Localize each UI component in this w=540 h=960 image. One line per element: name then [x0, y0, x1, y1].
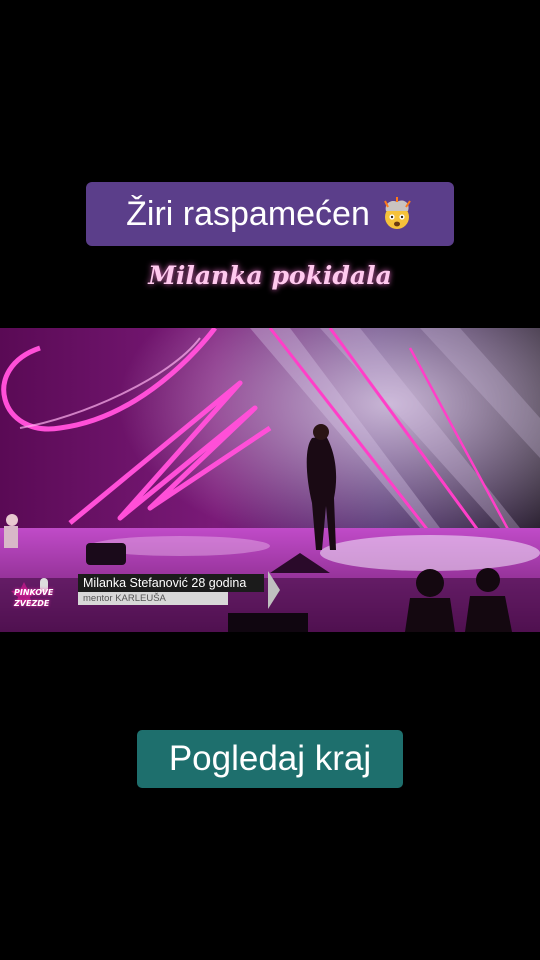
post-screen: Žiri raspamećen Milanka pokidala PINKOVE… [0, 0, 540, 960]
exploding-head-emoji-icon [383, 197, 411, 229]
watch-ending-label: Pogledaj kraj [168, 739, 372, 778]
contestant-caption: Milanka Stefanović 28 godina [78, 574, 264, 592]
title-text: Žiri raspamećen [126, 194, 370, 233]
title-banner: Žiri raspamećen [86, 182, 454, 246]
video-frame[interactable]: PINKOVE ZVEZDE Milanka Stefanović 28 god… [0, 328, 540, 632]
show-logo-text-line2: ZVEZDE [14, 599, 50, 608]
subtitle: Milanka pokidala [148, 261, 392, 290]
mentor-caption: mentor KARLEUŠA [78, 592, 228, 605]
watch-ending-button[interactable]: Pogledaj kraj [137, 730, 403, 788]
show-logo-text-line1: PINKOVE [14, 588, 54, 597]
